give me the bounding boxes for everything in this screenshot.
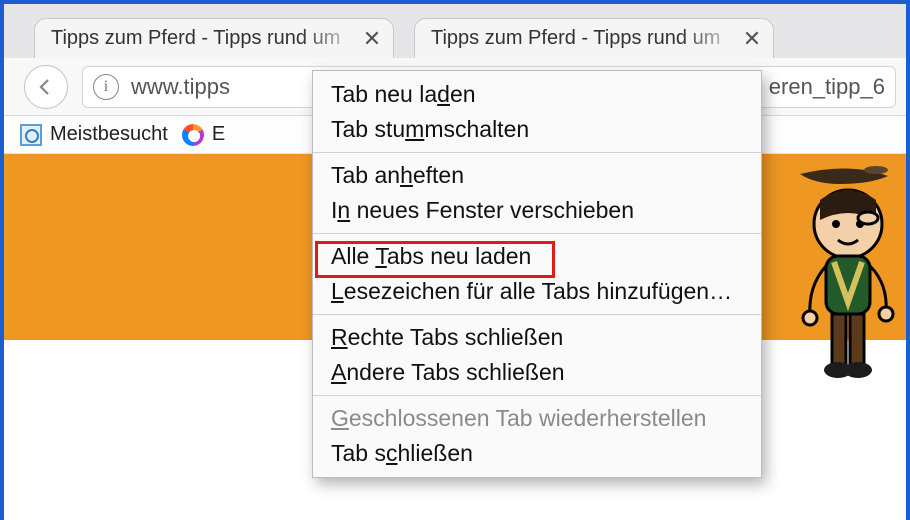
tab-2[interactable]: Tipps zum Pferd - Tipps rund um ✕	[414, 18, 774, 58]
tab-context-menu: Tab neu ladenTab stummschalten Tab anheft…	[312, 70, 762, 478]
context-menu-separator	[313, 395, 761, 396]
arrow-left-icon	[34, 75, 58, 99]
tab-strip: Tipps zum Pferd - Tipps rund um ✕ Tipps …	[4, 4, 906, 58]
context-menu-item[interactable]: Tab neu laden	[313, 77, 761, 112]
context-menu-separator	[313, 314, 761, 315]
context-menu-separator	[313, 152, 761, 153]
tab-1[interactable]: Tipps zum Pferd - Tipps rund um ✕	[34, 18, 394, 58]
url-text: www.tipps	[131, 74, 230, 100]
context-menu-item[interactable]: Tab schließen	[313, 436, 761, 471]
context-menu-separator	[313, 233, 761, 234]
bookmark-item[interactable]: E	[182, 123, 225, 146]
context-menu-item[interactable]: In neues Fenster verschieben	[313, 193, 761, 228]
context-menu-item[interactable]: Tab anheften	[313, 158, 761, 193]
context-menu-item[interactable]: Lesezeichen für alle Tabs hinzufügen…	[313, 274, 761, 309]
url-text: eren_tipp_6	[769, 74, 885, 100]
context-menu-item[interactable]: Andere Tabs schließen	[313, 355, 761, 390]
site-identity-icon[interactable]: i	[93, 74, 119, 100]
bookmark-most-visited[interactable]: Meistbesucht	[20, 123, 168, 146]
context-menu-item: Geschlossenen Tab wiederherstellen	[313, 401, 761, 436]
close-icon[interactable]: ✕	[361, 26, 383, 52]
back-button[interactable]	[24, 65, 68, 109]
most-visited-icon	[20, 124, 42, 146]
mascot-illustration	[780, 166, 900, 386]
bookmark-label: E	[212, 123, 225, 146]
bookmark-label: Meistbesucht	[50, 123, 168, 146]
close-icon[interactable]: ✕	[741, 26, 763, 52]
tab-overflow	[794, 18, 824, 58]
context-menu-item[interactable]: Alle Tabs neu laden	[313, 239, 761, 274]
context-menu-item[interactable]: Tab stummschalten	[313, 112, 761, 147]
context-menu-item[interactable]: Rechte Tabs schließen	[313, 320, 761, 355]
browser-window: Tipps zum Pferd - Tipps rund um ✕ Tipps …	[0, 0, 910, 520]
firefox-icon	[182, 124, 204, 146]
